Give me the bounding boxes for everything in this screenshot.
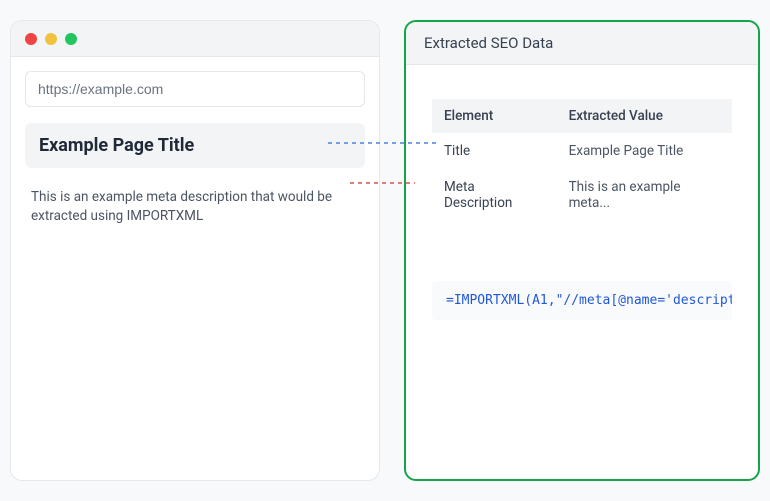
maximize-icon[interactable]	[65, 33, 77, 45]
page-title-box: Example Page Title	[25, 123, 365, 168]
cell-element: Meta Description	[432, 169, 557, 221]
page-title: Example Page Title	[39, 135, 351, 156]
seo-table: Element Extracted Value Title Example Pa…	[432, 99, 732, 221]
window-titlebar	[11, 21, 379, 57]
minimize-icon[interactable]	[45, 33, 57, 45]
col-value: Extracted Value	[557, 99, 732, 133]
meta-description: This is an example meta description that…	[11, 178, 379, 236]
formula-box: =IMPORTXML(A1,"//meta[@name='description…	[432, 281, 732, 320]
close-icon[interactable]	[25, 33, 37, 45]
browser-window: Example Page Title This is an example me…	[10, 20, 380, 481]
seo-panel: Extracted SEO Data Element Extracted Val…	[404, 20, 760, 481]
url-input[interactable]	[25, 71, 365, 107]
seo-panel-header: Extracted SEO Data	[406, 22, 758, 65]
cell-element: Title	[432, 133, 557, 169]
table-row: Meta Description This is an example meta…	[432, 169, 732, 221]
cell-value: This is an example meta...	[557, 169, 732, 221]
table-row: Title Example Page Title	[432, 133, 732, 169]
cell-value: Example Page Title	[557, 133, 732, 169]
col-element: Element	[432, 99, 557, 133]
